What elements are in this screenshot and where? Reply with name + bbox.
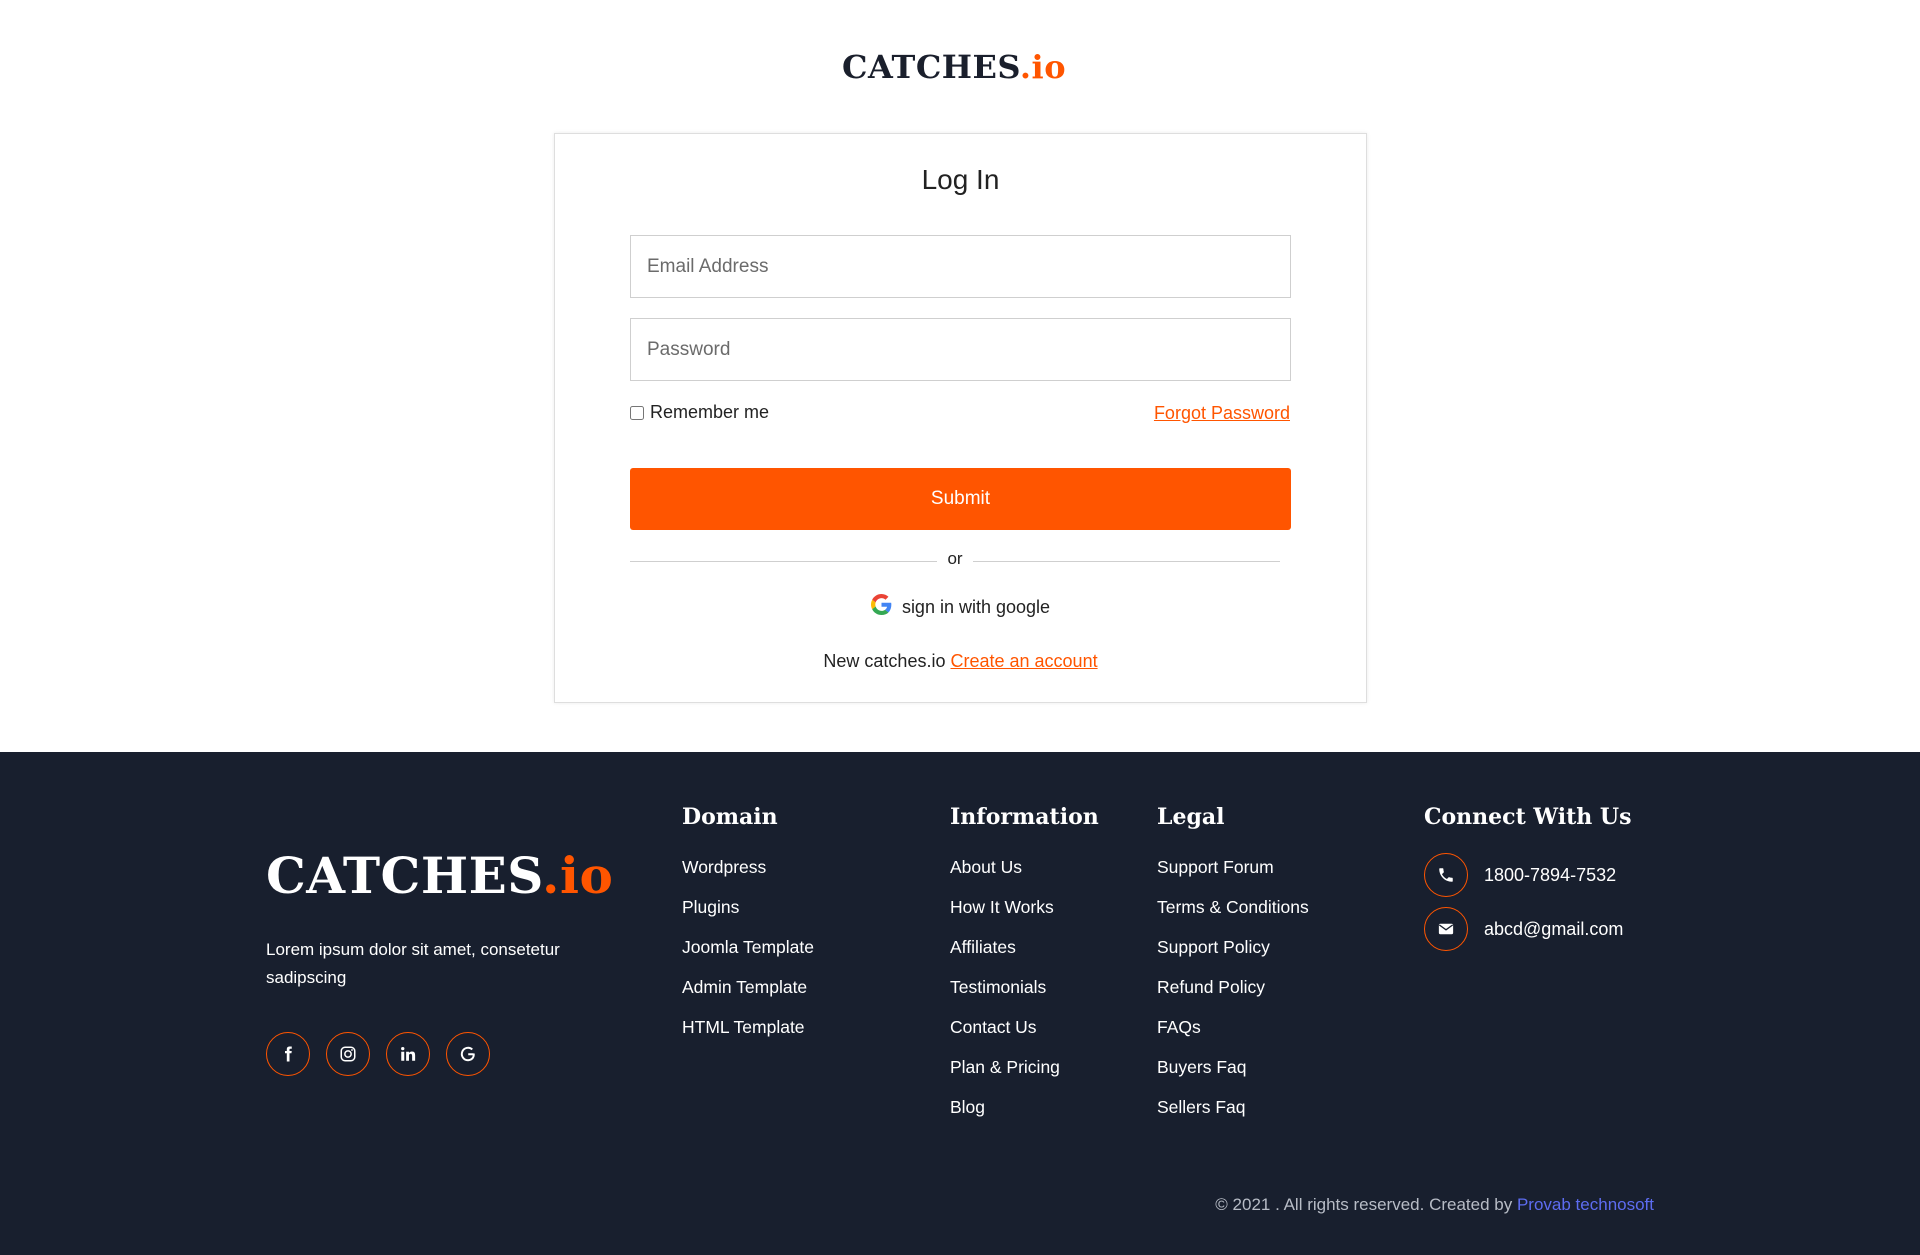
footer-link[interactable]: Contact Us: [950, 1013, 1099, 1053]
footer-link[interactable]: Plugins: [682, 893, 814, 933]
contact-email-text: abcd@gmail.com: [1484, 918, 1624, 939]
footer-col-legal-title: Legal: [1157, 804, 1225, 830]
footer-link[interactable]: Buyers Faq: [1157, 1053, 1309, 1093]
footer-logo-accent: .io: [542, 846, 614, 905]
email-field[interactable]: [630, 235, 1291, 298]
facebook-icon[interactable]: [266, 1032, 310, 1076]
footer-link[interactable]: Terms & Conditions: [1157, 893, 1309, 933]
google-signin-label: sign in with google: [901, 596, 1051, 617]
contact-phone[interactable]: 1800-7894-7532: [1424, 853, 1631, 897]
site-footer: CATCHES.io Lorem ipsum dolor sit amet, c…: [0, 752, 1920, 1255]
footer-col-information-title: Information: [950, 804, 1099, 830]
footer-link[interactable]: Affiliates: [950, 933, 1099, 973]
footer-link[interactable]: Support Forum: [1157, 853, 1309, 893]
footer-logo[interactable]: CATCHES.io: [266, 846, 613, 905]
remember-me[interactable]: Remember me: [630, 402, 769, 423]
footer-link[interactable]: Joomla Template: [682, 933, 814, 973]
create-account-link[interactable]: Create an account: [950, 651, 1097, 671]
footer-link[interactable]: FAQs: [1157, 1013, 1309, 1053]
linkedin-icon[interactable]: [386, 1032, 430, 1076]
google-signin-button[interactable]: sign in with google: [555, 594, 1366, 620]
footer-col-connect: Connect With Us 1800-7894-7532 abcd@gmai…: [1424, 804, 1631, 961]
divider-line-right: [973, 561, 1280, 562]
new-account-text: New catches.io: [823, 651, 946, 671]
footer-link[interactable]: How It Works: [950, 893, 1099, 933]
social-links: [266, 1032, 490, 1076]
submit-button[interactable]: Submit: [630, 468, 1291, 530]
logo-text-accent: .io: [1019, 48, 1067, 86]
footer-link[interactable]: Plan & Pricing: [950, 1053, 1099, 1093]
footer-link[interactable]: Support Policy: [1157, 933, 1309, 973]
contact-phone-text: 1800-7894-7532: [1484, 864, 1617, 885]
google-icon[interactable]: [446, 1032, 490, 1076]
forgot-password-link[interactable]: Forgot Password: [1154, 403, 1290, 424]
envelope-icon: [1424, 907, 1468, 951]
login-title: Log In: [921, 164, 1000, 195]
footer-col-information: Information About Us How It Works Affili…: [950, 804, 1099, 1133]
divider-label: or: [947, 549, 963, 568]
new-account-prompt: New catches.io Create an account: [555, 651, 1366, 672]
copyright-text: © 2021 . All rights reserved. Created by: [1215, 1195, 1513, 1214]
footer-col-domain-title: Domain: [682, 804, 778, 830]
footer-logo-main: CATCHES: [266, 846, 543, 905]
provab-link[interactable]: Provab technosoft: [1517, 1195, 1654, 1214]
remember-checkbox[interactable]: [630, 405, 644, 420]
footer-link[interactable]: Testimonials: [950, 973, 1099, 1013]
footer-link[interactable]: Refund Policy: [1157, 973, 1309, 1013]
footer-link[interactable]: Wordpress: [682, 853, 814, 893]
footer-description: Lorem ipsum dolor sit amet, consetetur s…: [266, 940, 560, 987]
remember-label: Remember me: [650, 402, 770, 422]
footer-link[interactable]: About Us: [950, 853, 1099, 893]
or-divider: or: [630, 549, 1280, 573]
footer-col-legal: Legal Support Forum Terms & Conditions S…: [1157, 804, 1309, 1133]
site-logo[interactable]: CATCHES.io: [0, 48, 1908, 86]
footer-link[interactable]: Sellers Faq: [1157, 1093, 1309, 1133]
footer-link[interactable]: HTML Template: [682, 1013, 814, 1053]
contact-email[interactable]: abcd@gmail.com: [1424, 907, 1631, 951]
password-field[interactable]: [630, 318, 1291, 381]
login-card: Log In Remember me Forgot Password Submi…: [554, 133, 1367, 703]
logo-text-main: CATCHES: [841, 48, 1020, 86]
footer-col-domain: Domain Wordpress Plugins Joomla Template…: [682, 804, 814, 1053]
instagram-icon[interactable]: [326, 1032, 370, 1076]
footer-col-connect-title: Connect With Us: [1424, 804, 1632, 830]
copyright: © 2021 . All rights reserved. Created by…: [1215, 1195, 1654, 1215]
google-logo-icon: [870, 594, 892, 620]
phone-icon: [1424, 853, 1468, 897]
footer-link[interactable]: Admin Template: [682, 973, 814, 1013]
footer-link[interactable]: Blog: [950, 1093, 1099, 1133]
